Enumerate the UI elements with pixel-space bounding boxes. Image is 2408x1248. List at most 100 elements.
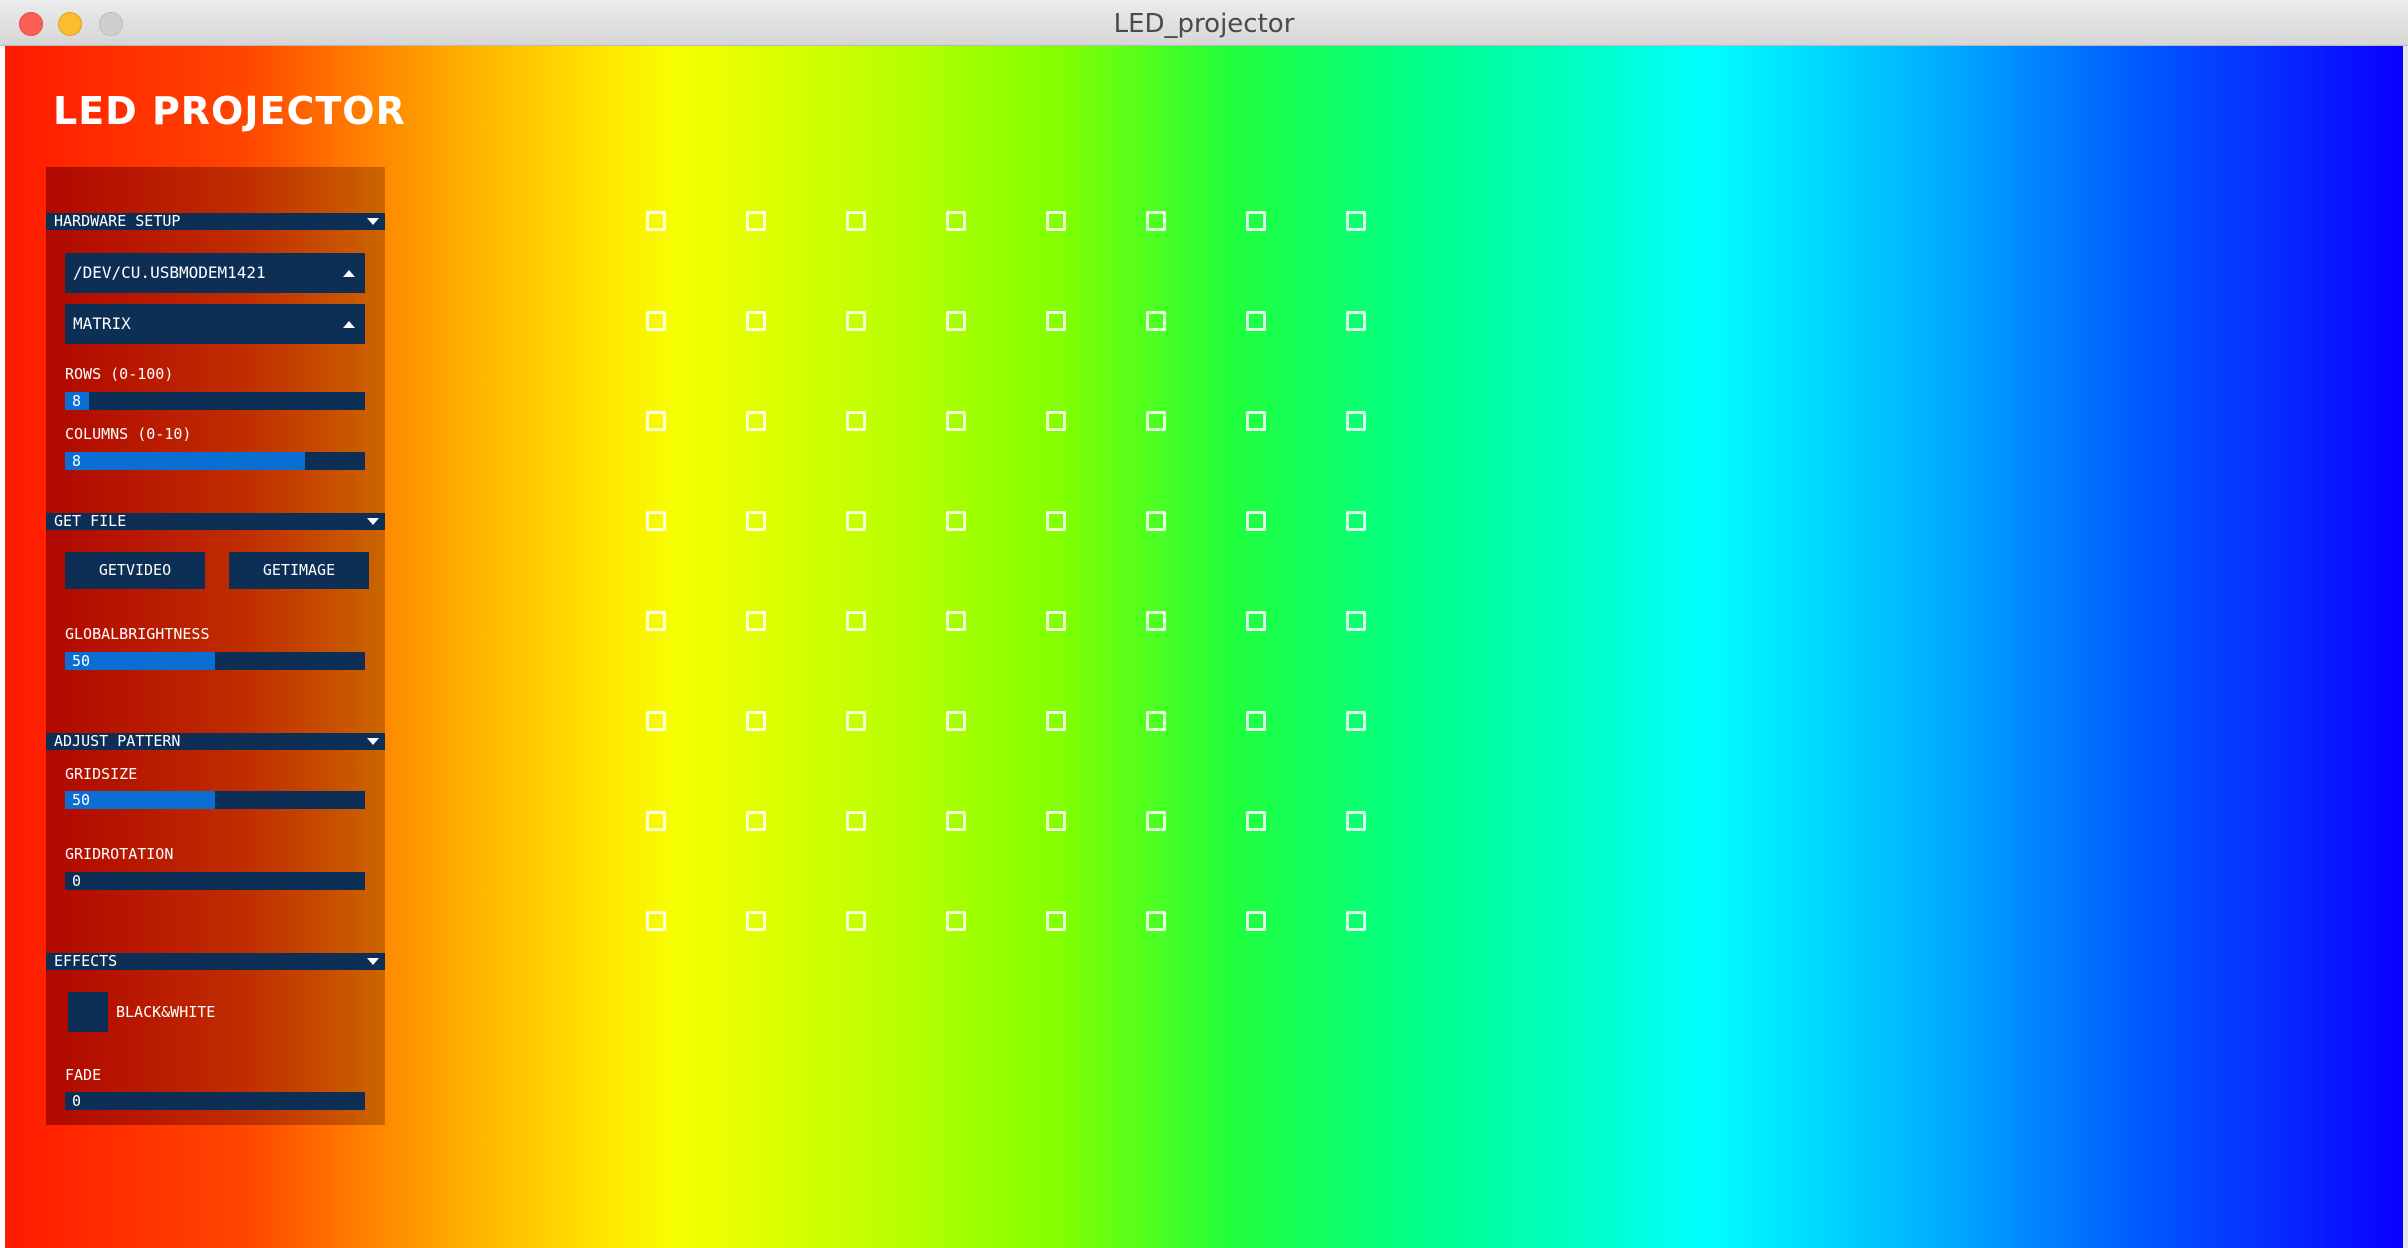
led-cell (646, 611, 666, 631)
mode-dropdown[interactable]: MATRIX (65, 304, 365, 344)
window-edge (2403, 46, 2408, 1248)
window-titlebar: LED_projector (0, 0, 2408, 46)
led-cell (846, 411, 866, 431)
chevron-down-icon (367, 218, 379, 225)
led-cell (1346, 411, 1366, 431)
led-cell (846, 611, 866, 631)
global-brightness-slider[interactable]: 50 (65, 652, 365, 670)
led-cell (646, 211, 666, 231)
led-cell (746, 811, 766, 831)
led-cell (1146, 211, 1166, 231)
led-cell (746, 411, 766, 431)
control-panel: HARDWARE SETUP /DEV/CU.USBMODEM1421 MATR… (46, 167, 385, 1125)
led-cell (1346, 811, 1366, 831)
led-cell (1346, 511, 1366, 531)
global-brightness-value: 50 (72, 652, 91, 670)
columns-value: 8 (72, 452, 82, 470)
app-title: LED PROJECTOR (53, 89, 406, 133)
chevron-up-icon (343, 321, 355, 328)
fade-value: 0 (72, 1092, 82, 1110)
led-cell (1346, 311, 1366, 331)
hardware-setup-label: HARDWARE SETUP (54, 212, 181, 230)
led-cell (946, 511, 966, 531)
led-cell (1246, 511, 1266, 531)
led-cell (646, 911, 666, 931)
led-cell (1146, 611, 1166, 631)
led-cell (1046, 611, 1066, 631)
chevron-down-icon (367, 958, 379, 965)
led-cell (946, 411, 966, 431)
led-cell (846, 211, 866, 231)
adjust-pattern-header[interactable]: ADJUST PATTERN (46, 733, 385, 750)
get-file-header[interactable]: GET FILE (46, 513, 385, 530)
led-cell (1246, 811, 1266, 831)
led-cell (1146, 911, 1166, 931)
led-cell (1346, 711, 1366, 731)
led-cell (1046, 811, 1066, 831)
led-cell (1246, 611, 1266, 631)
gridsize-slider[interactable]: 50 (65, 791, 365, 809)
chevron-up-icon (343, 270, 355, 277)
gridsize-value: 50 (72, 791, 91, 809)
led-cell (946, 811, 966, 831)
led-cell (646, 411, 666, 431)
columns-slider-fill (65, 452, 305, 470)
gridrotation-slider[interactable]: 0 (65, 872, 365, 890)
led-cell (946, 911, 966, 931)
fade-label: FADE (65, 1066, 102, 1084)
adjust-pattern-label: ADJUST PATTERN (54, 732, 181, 750)
get-file-label: GET FILE (54, 512, 127, 530)
led-cell (946, 711, 966, 731)
led-cell (1346, 611, 1366, 631)
led-cell (1246, 311, 1266, 331)
led-cell (1046, 411, 1066, 431)
led-cell (846, 811, 866, 831)
chevron-down-icon (367, 738, 379, 745)
led-cell (1046, 311, 1066, 331)
led-cell (1146, 311, 1166, 331)
serial-port-dropdown[interactable]: /DEV/CU.USBMODEM1421 (65, 253, 365, 293)
hardware-setup-header[interactable]: HARDWARE SETUP (46, 213, 385, 230)
led-cell (646, 311, 666, 331)
led-cell (746, 311, 766, 331)
led-cell (846, 511, 866, 531)
mode-value: MATRIX (73, 314, 131, 333)
led-cell (1246, 711, 1266, 731)
led-cell (746, 711, 766, 731)
columns-label: COLUMNS (0-10) (65, 425, 192, 443)
projector-canvas[interactable]: LED PROJECTOR HARDWARE SETUP /DEV/CU.USB… (5, 46, 2403, 1248)
led-cell (646, 511, 666, 531)
led-cell (746, 911, 766, 931)
led-cell (1046, 711, 1066, 731)
led-cell (1346, 911, 1366, 931)
chevron-down-icon (367, 518, 379, 525)
get-video-button[interactable]: GETVIDEO (65, 552, 205, 589)
led-cell (1146, 511, 1166, 531)
rows-label: ROWS (0-100) (65, 365, 174, 383)
led-cell (1046, 511, 1066, 531)
led-cell (646, 811, 666, 831)
black-white-toggle[interactable] (68, 992, 108, 1032)
rows-slider[interactable]: 8 (65, 392, 365, 410)
led-cell (846, 711, 866, 731)
led-cell (1246, 211, 1266, 231)
led-cell (1146, 811, 1166, 831)
led-cell (746, 511, 766, 531)
led-cell (946, 211, 966, 231)
led-cell (646, 711, 666, 731)
effects-header[interactable]: EFFECTS (46, 953, 385, 970)
window-title: LED_projector (1113, 9, 1295, 39)
led-cell (946, 311, 966, 331)
get-image-button[interactable]: GETIMAGE (229, 552, 369, 589)
columns-slider[interactable]: 8 (65, 452, 365, 470)
led-cell (1046, 911, 1066, 931)
led-cell (846, 311, 866, 331)
led-cell (1146, 411, 1166, 431)
rows-value: 8 (72, 392, 82, 410)
serial-port-value: /DEV/CU.USBMODEM1421 (73, 263, 266, 282)
gridrotation-label: GRIDROTATION (65, 845, 174, 863)
black-white-label: BLACK&WHITE (116, 1003, 216, 1021)
effects-label: EFFECTS (54, 952, 118, 970)
fade-slider[interactable]: 0 (65, 1092, 365, 1110)
led-cell (1246, 911, 1266, 931)
